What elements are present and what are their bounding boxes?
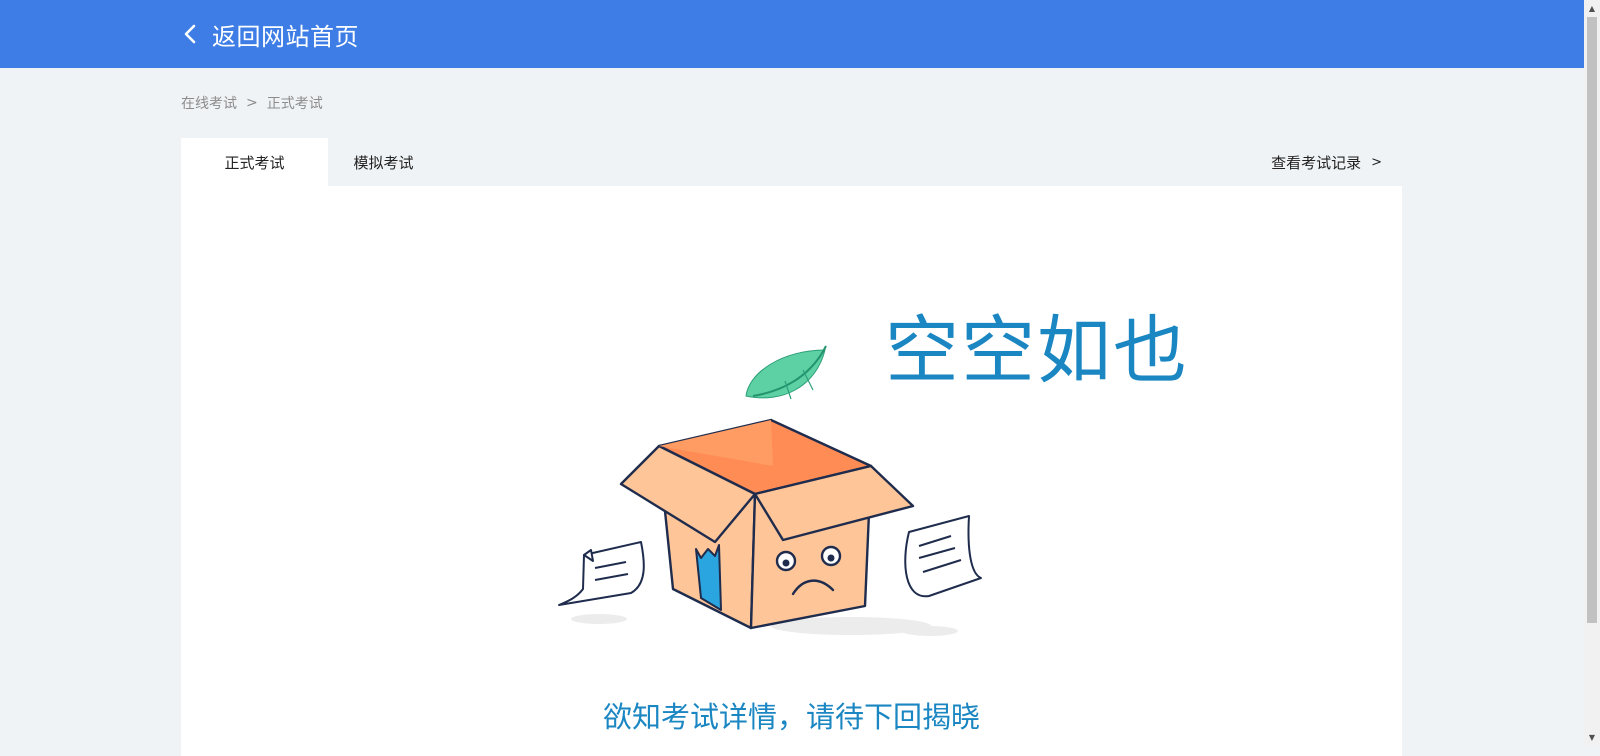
content-panel: 空空如也 欲知考试详情，请待下回揭晓 [181,186,1402,756]
box-icon [619,418,915,630]
chevron-left-icon [184,24,196,44]
empty-subtitle: 欲知考试详情，请待下回揭晓 [602,700,980,734]
breadcrumb-separator: > [246,95,258,111]
breadcrumb-current: 正式考试 [266,96,323,112]
scroll-down-arrow-icon[interactable]: ▼ [1584,729,1600,745]
vertical-scrollbar[interactable]: ▲ ▼ [1584,0,1600,745]
breadcrumb: 在线考试 > 正式考试 [181,93,323,113]
exam-tabs: 正式考试 模拟考试 查看考试记录 > [181,138,1402,186]
paper-right-icon [904,515,982,598]
paper-left-shadow [571,614,627,624]
tab-mock-exam[interactable]: 模拟考试 [328,138,439,186]
paper-left-icon [558,541,645,606]
tab-formal-exam[interactable]: 正式考试 [181,138,328,186]
view-exam-records-link[interactable]: 查看考试记录 > [1271,138,1382,186]
empty-title: 空空如也 [885,308,1189,394]
view-exam-records-label: 查看考试记录 [1271,153,1362,172]
scroll-up-arrow-icon[interactable]: ▲ [1584,0,1600,16]
paper-right-shadow [902,626,958,636]
breadcrumb-online-exam[interactable]: 在线考试 [181,93,237,113]
scrollbar-thumb[interactable] [1587,17,1597,623]
back-to-home-link[interactable]: 返回网站首页 [180,16,359,52]
chevron-right-icon: > [1371,154,1382,170]
back-to-home-label: 返回网站首页 [212,22,359,51]
top-bar: 返回网站首页 [0,0,1584,68]
